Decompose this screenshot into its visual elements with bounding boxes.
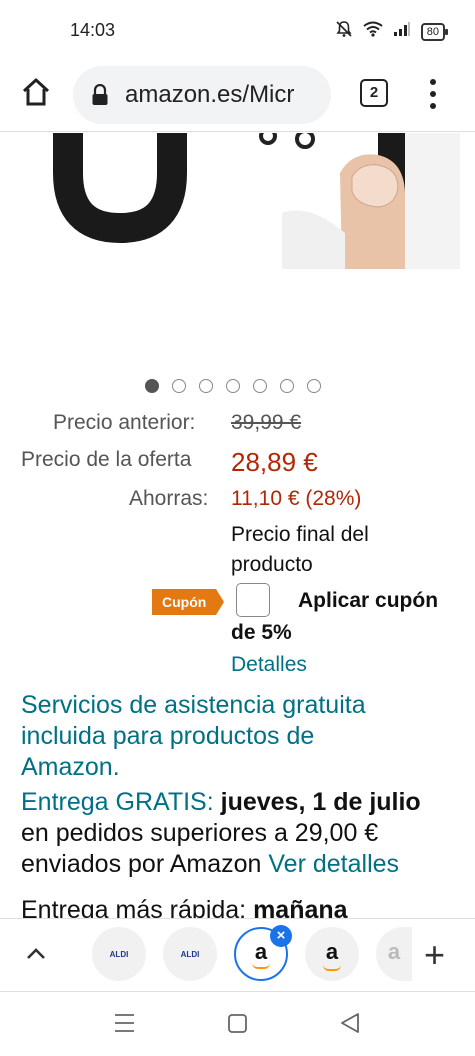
url-text: amazon.es/Micr [125, 81, 295, 108]
lock-icon [91, 83, 109, 106]
delivery-line-3: enviados por Amazon [21, 850, 262, 878]
services-line-3[interactable]: Amazon. [21, 752, 461, 783]
carousel-dot[interactable] [280, 379, 294, 393]
tab-aldi-1[interactable]: ALDI [92, 927, 146, 981]
tab-strip: ALDI ALDI a × a a + [0, 918, 475, 992]
carousel-dot[interactable] [307, 379, 321, 393]
system-navigation-bar [0, 993, 475, 1056]
previous-price: 39,99 € [231, 411, 302, 434]
services-link[interactable]: Servicios de asistencia gratuita incluid… [21, 690, 461, 783]
tab-switcher-button[interactable]: 2 [360, 79, 388, 107]
aldi-favicon: ALDI [109, 949, 129, 959]
previous-price-label: Precio anterior: [53, 411, 196, 434]
product-image[interactable] [0, 133, 475, 363]
amazon-smile-icon [252, 963, 270, 969]
apply-coupon-text[interactable]: Aplicar cupón [298, 589, 438, 613]
services-line-2[interactable]: incluida para productos de [21, 721, 461, 752]
back-icon[interactable] [341, 1013, 359, 1033]
close-tab-icon[interactable]: × [270, 925, 292, 947]
savings-label: Ahorras: [129, 487, 209, 510]
tab-amazon-3[interactable]: a [376, 927, 412, 981]
carousel-dot[interactable] [172, 379, 186, 393]
new-tab-button[interactable]: + [424, 937, 445, 973]
status-bar: 14:03 80 [0, 0, 475, 60]
coupon-details-link[interactable]: Detalles [231, 653, 307, 677]
status-time: 14:03 [70, 20, 116, 40]
carousel-dot[interactable] [253, 379, 267, 393]
battery-icon: 80 [420, 22, 449, 41]
wifi-icon [363, 21, 383, 42]
signal-icon [393, 21, 411, 42]
amazon-smile-icon [323, 965, 341, 971]
mute-icon [335, 20, 353, 43]
delivery-details-link[interactable]: Ver detalles [268, 850, 399, 878]
home-nav-icon[interactable] [228, 1014, 247, 1033]
menu-icon[interactable] [424, 76, 442, 112]
aldi-favicon: ALDI [180, 949, 200, 959]
carousel-dot[interactable] [199, 379, 213, 393]
services-line-1[interactable]: Servicios de asistencia gratuita [21, 690, 461, 721]
amazon-favicon: a [325, 939, 339, 964]
image-carousel-indicator[interactable] [145, 379, 321, 393]
delivery-line-2: en pedidos superiores a 29,00 € [21, 819, 379, 847]
delivery-info: Entrega GRATIS: jueves, 1 de julio en pe… [21, 787, 461, 880]
delivery-date: jueves, 1 de julio [220, 788, 421, 816]
final-price-note-2: producto [231, 553, 313, 576]
amazon-favicon: a [387, 939, 401, 964]
free-delivery-label: Entrega GRATIS: [21, 788, 214, 816]
recents-icon[interactable] [115, 1014, 134, 1032]
coupon-badge: Cupón [152, 589, 225, 615]
final-price-note-1: Precio final del [231, 523, 369, 546]
offer-price: 28,89 € [231, 447, 318, 477]
savings-value: 11,10 € (28%) [231, 487, 362, 510]
home-icon[interactable] [20, 76, 52, 108]
browser-toolbar: amazon.es/Micr 2 [0, 60, 475, 132]
amazon-favicon: a [254, 939, 268, 964]
carousel-dot[interactable] [145, 379, 159, 393]
address-bar[interactable]: amazon.es/Micr [73, 66, 331, 124]
status-icons: 80 [335, 20, 449, 43]
carousel-dot[interactable] [226, 379, 240, 393]
tab-amazon-2[interactable]: a [305, 927, 359, 981]
apply-coupon-checkbox[interactable] [236, 583, 270, 617]
apply-coupon-text-2[interactable]: de 5% [231, 621, 292, 645]
chevron-up-icon[interactable] [25, 945, 47, 961]
offer-price-label: Precio de la oferta [21, 448, 192, 471]
tab-aldi-2[interactable]: ALDI [163, 927, 217, 981]
